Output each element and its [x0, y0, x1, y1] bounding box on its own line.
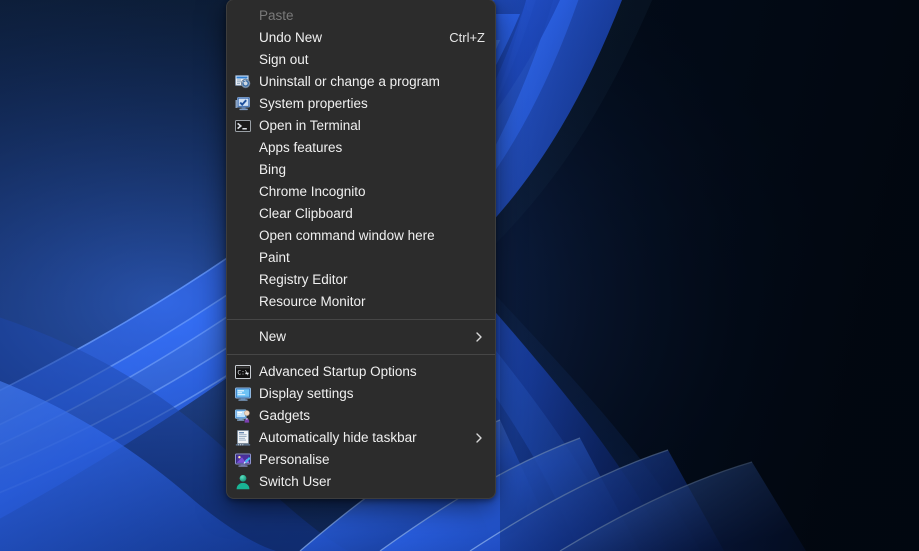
menu-item-gadgets[interactable]: Gadgets — [227, 405, 495, 427]
desktop-context-menu[interactable]: Paste Undo New Ctrl+Z Sign out Uninstall… — [226, 0, 496, 499]
menu-item-paste: Paste — [227, 5, 495, 27]
menu-item-label: Resource Monitor — [259, 294, 366, 309]
menu-item-label: Display settings — [259, 386, 354, 401]
menu-item-label: Chrome Incognito — [259, 184, 366, 199]
menu-item-icon-placeholder — [235, 329, 251, 345]
menu-item-apps-features[interactable]: Apps features — [227, 137, 495, 159]
chevron-right-icon — [473, 331, 485, 343]
menu-item-icon-placeholder — [235, 294, 251, 310]
desktop-screen: Paste Undo New Ctrl+Z Sign out Uninstall… — [0, 0, 919, 551]
menu-item-clear-clipboard[interactable]: Clear Clipboard — [227, 203, 495, 225]
menu-item-accelerator: Ctrl+Z — [449, 30, 485, 45]
menu-item-icon-placeholder — [235, 206, 251, 222]
menu-item-open-command-window-here[interactable]: Open command window here — [227, 225, 495, 247]
menu-item-label: Switch User — [259, 474, 332, 489]
menu-item-open-in-terminal[interactable]: Open in Terminal — [227, 115, 495, 137]
menu-item-label: Paint — [259, 250, 290, 265]
menu-item-system-properties[interactable]: System properties — [227, 93, 495, 115]
menu-item-icon-placeholder — [235, 272, 251, 288]
menu-item-label: Personalise — [259, 452, 330, 467]
system-properties-icon — [235, 96, 251, 112]
menu-item-label: System properties — [259, 96, 368, 111]
menu-item-uninstall-or-change-a-program[interactable]: Uninstall or change a program — [227, 71, 495, 93]
menu-item-label: Undo New — [259, 30, 323, 45]
user-icon — [235, 474, 251, 490]
menu-item-chrome-incognito[interactable]: Chrome Incognito — [227, 181, 495, 203]
menu-item-undo-new[interactable]: Undo New Ctrl+Z — [227, 27, 495, 49]
menu-item-label: New — [259, 329, 287, 344]
menu-item-advanced-startup-options[interactable]: C:\ Advanced Startup Options — [227, 361, 495, 383]
menu-item-label: Open command window here — [259, 228, 435, 243]
menu-item-label: Sign out — [259, 52, 309, 67]
menu-item-icon-placeholder — [235, 8, 251, 24]
display-settings-icon — [235, 386, 251, 402]
menu-separator — [227, 319, 495, 320]
menu-item-resource-monitor[interactable]: Resource Monitor — [227, 291, 495, 313]
menu-separator — [227, 354, 495, 355]
terminal-icon — [235, 118, 251, 134]
menu-item-label: Gadgets — [259, 408, 311, 423]
personalise-icon — [235, 452, 251, 468]
menu-item-display-settings[interactable]: Display settings — [227, 383, 495, 405]
menu-item-paint[interactable]: Paint — [227, 247, 495, 269]
chevron-right-icon — [473, 432, 485, 444]
menu-item-label: Paste — [259, 8, 294, 23]
menu-item-label: Advanced Startup Options — [259, 364, 417, 379]
menu-item-icon-placeholder — [235, 250, 251, 266]
menu-item-icon-placeholder — [235, 184, 251, 200]
command-prompt-icon: C:\ — [235, 364, 251, 380]
menu-item-label: Uninstall or change a program — [259, 74, 440, 89]
menu-item-sign-out[interactable]: Sign out — [227, 49, 495, 71]
gadgets-icon — [235, 408, 251, 424]
menu-item-icon-placeholder — [235, 162, 251, 178]
menu-item-label: Bing — [259, 162, 287, 177]
menu-item-label: Clear Clipboard — [259, 206, 353, 221]
menu-item-label: Open in Terminal — [259, 118, 361, 133]
menu-item-label: Automatically hide taskbar — [259, 430, 417, 445]
menu-item-label: Registry Editor — [259, 272, 348, 287]
menu-item-label: Apps features — [259, 140, 343, 155]
menu-item-icon-placeholder — [235, 228, 251, 244]
menu-item-automatically-hide-taskbar[interactable]: Automatically hide taskbar — [227, 427, 495, 449]
menu-item-switch-user[interactable]: Switch User — [227, 471, 495, 493]
menu-item-new[interactable]: New — [227, 326, 495, 348]
menu-item-bing[interactable]: Bing — [227, 159, 495, 181]
menu-item-icon-placeholder — [235, 140, 251, 156]
menu-item-personalise[interactable]: Personalise — [227, 449, 495, 471]
menu-item-registry-editor[interactable]: Registry Editor — [227, 269, 495, 291]
menu-item-icon-placeholder — [235, 30, 251, 46]
taskbar-icon — [235, 430, 251, 446]
menu-item-icon-placeholder — [235, 52, 251, 68]
uninstall-program-icon — [235, 74, 251, 90]
